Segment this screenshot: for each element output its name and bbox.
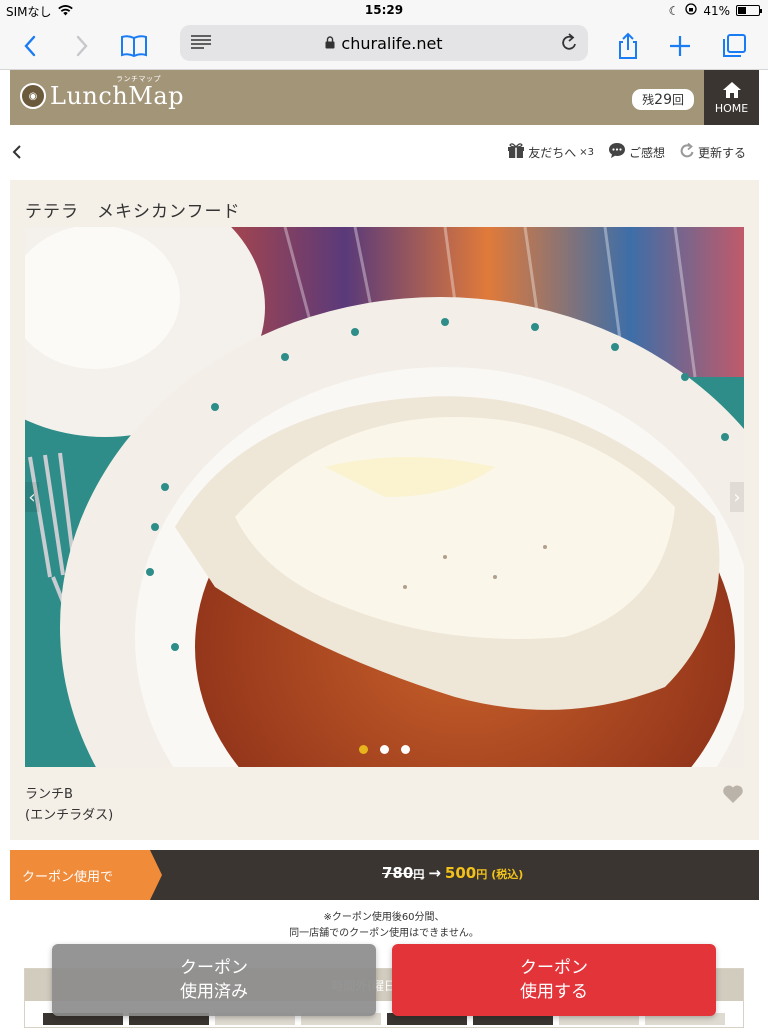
tabs-icon[interactable] [718,30,750,62]
chevron-left-icon[interactable]: ‹ [25,482,39,512]
refresh-icon [679,142,695,162]
friends-count: ×3 [579,146,594,158]
slide-dot[interactable] [401,745,410,754]
coupon-price-bar: クーポン使用で 780円 → 500円 (税込) [10,850,759,900]
remaining-count: 29 [654,92,672,108]
tax-label: (税込) [491,868,524,881]
food-photo-slider[interactable]: ‹ › [25,227,744,767]
use-coupon-button[interactable]: クーポン 使用する [392,944,716,1016]
price-display: 780円 → 500円 (税込) [382,864,523,882]
url-text: churalife.net [341,33,443,53]
battery-percent: 41% [703,3,730,18]
browser-toolbar: churalife.net [0,22,768,70]
battery-icon [736,5,762,16]
new-price: 500円 [444,864,488,882]
site-logo[interactable]: ◉ ランチマップ LunchMap [20,75,184,110]
lock-icon [325,34,335,53]
heart-icon[interactable] [722,784,744,808]
logo-emblem-icon: ◉ [20,83,46,109]
chevron-right-icon[interactable]: › [730,482,744,512]
site-header: ◉ ランチマップ LunchMap 残29回 HOME [10,70,759,125]
forward-icon[interactable] [66,30,98,62]
new-tab-icon[interactable] [664,30,696,62]
back-icon[interactable] [14,30,46,62]
bookmarks-icon[interactable] [118,30,150,62]
menu-name: ランチB (エンチラダス) [25,787,114,823]
logo-ruby: ランチマップ [116,75,161,83]
action-row: 友だちへ ×3 ご感想 更新する [0,130,768,174]
gift-icon [507,142,525,162]
shop-title: テテラ メキシカンフード [25,202,241,222]
address-bar[interactable]: churalife.net [180,25,588,61]
remaining-count-badge: 残29回 [632,89,694,110]
home-icon [722,81,742,102]
logo-text: LunchMap [50,82,184,110]
shop-card: テテラ メキシカンフード ‹ › ランチB (エンチラダス) [10,180,759,840]
price-arrow: → [428,864,441,882]
slide-indicator [25,745,744,754]
home-button[interactable]: HOME [704,70,759,125]
food-photo [25,227,744,767]
share-icon[interactable] [612,30,644,62]
reader-icon[interactable] [190,34,212,54]
coupon-tag: クーポン使用で [10,850,162,900]
moon-icon: ☾ [668,3,680,18]
old-price: 780円 [382,864,425,882]
reload-icon[interactable] [560,33,578,57]
chevron-left-icon[interactable] [12,143,22,164]
home-label: HOME [714,101,749,115]
chat-icon [608,142,626,162]
review-button[interactable]: ご感想 [608,142,665,162]
coupon-used-button[interactable]: クーポン 使用済み [52,944,376,1016]
status-bar: SIMなし 15:29 ☾ 41% [0,0,768,22]
share-to-friends-button[interactable]: 友だちへ ×3 [507,142,594,162]
slide-dot[interactable] [359,745,368,754]
rotation-lock-icon [685,3,697,18]
refresh-button[interactable]: 更新する [679,142,746,162]
slide-dot[interactable] [380,745,389,754]
coupon-note: ※クーポン使用後60分間、 同一店舗でのクーポン使用はできません。 [289,912,479,939]
clock: 15:29 [364,3,404,17]
